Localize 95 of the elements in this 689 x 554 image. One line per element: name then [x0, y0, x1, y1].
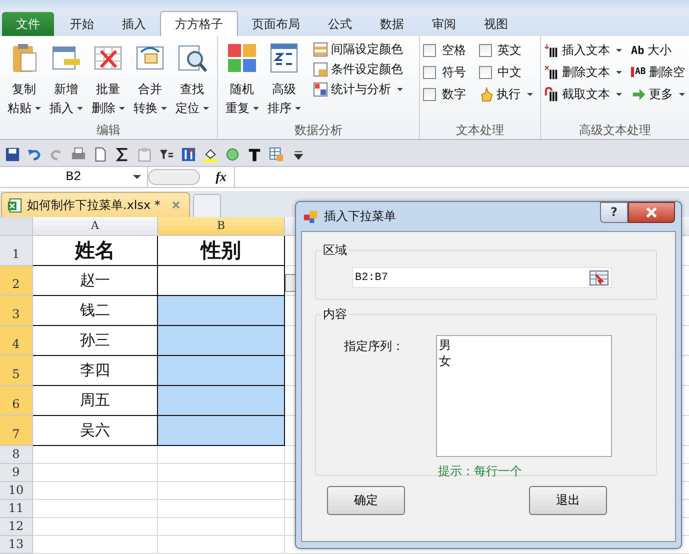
- group-label: 高级文本处理: [578, 122, 652, 139]
- ribbon-tab[interactable]: 开始: [56, 12, 108, 36]
- ribbon-button[interactable]: 删除文本: [544, 62, 623, 82]
- dialog-button[interactable]: 退出: [529, 486, 607, 515]
- ribbon-button[interactable]: 间隔设定颜色: [313, 39, 403, 59]
- sequence-field[interactable]: 男 女: [436, 335, 612, 457]
- ribbon-button[interactable]: 新增 插入: [45, 39, 87, 118]
- row-header[interactable]: 11: [0, 500, 33, 518]
- ribbon-button[interactable]: 更多: [631, 84, 686, 104]
- ribbon-tab[interactable]: 视图: [470, 12, 522, 36]
- print-icon[interactable]: [71, 146, 86, 162]
- cuttext-icon: [544, 86, 559, 102]
- row-header[interactable]: 7: [0, 416, 33, 446]
- close-icon: [645, 207, 658, 218]
- row-header[interactable]: 1: [0, 236, 33, 266]
- spreadsheet-icon: [7, 198, 22, 212]
- group-label: 内容: [322, 306, 348, 323]
- row-header[interactable]: 6: [0, 386, 33, 416]
- sum-icon[interactable]: [115, 146, 130, 162]
- row-header[interactable]: 2: [0, 266, 33, 296]
- ribbon-button[interactable]: 随机 重复: [221, 39, 263, 118]
- checkbox[interactable]: 数字: [423, 84, 470, 104]
- inserttext-icon: [544, 42, 559, 58]
- column-header[interactable]: B: [158, 217, 285, 236]
- table-cell: 赵一: [33, 266, 158, 296]
- fill-icon[interactable]: [203, 146, 218, 162]
- checkbox[interactable]: 空格: [423, 40, 470, 60]
- caret-icon: [202, 107, 208, 110]
- row-header[interactable]: 8: [0, 446, 33, 464]
- group-label: 数据分析: [294, 122, 344, 139]
- text-icon[interactable]: [247, 146, 262, 162]
- group-label: 编辑: [96, 122, 122, 139]
- ribbon-button[interactable]: 执行: [478, 84, 537, 104]
- ribbon-button[interactable]: 批量 删除: [87, 39, 129, 118]
- save-icon[interactable]: [5, 146, 20, 162]
- ribbon-button[interactable]: 条件设定颜色: [313, 59, 403, 79]
- ribbon-button[interactable]: 合并 转换: [129, 39, 171, 118]
- function-button[interactable]: fx: [208, 167, 235, 187]
- ribbon-button[interactable]: Ab 大小: [631, 40, 686, 60]
- close-button[interactable]: [628, 202, 675, 223]
- caret-icon: [76, 107, 82, 110]
- field-label: 指定序列：: [344, 338, 405, 355]
- ribbon-button[interactable]: 统计与分析: [313, 79, 403, 99]
- table-cell: 性别: [158, 236, 285, 266]
- caret-icon: [34, 107, 40, 110]
- caret-icon: [294, 107, 300, 110]
- hint-text: 提示：每行一个: [437, 463, 523, 480]
- row-header[interactable]: 3: [0, 296, 33, 326]
- row-header[interactable]: 13: [0, 536, 33, 554]
- ribbon-tab[interactable]: 文件: [2, 12, 54, 36]
- more-icon: [631, 86, 646, 102]
- ribbon-tab[interactable]: 审阅: [418, 12, 470, 36]
- deletetext-icon: [544, 64, 559, 80]
- row-header[interactable]: 9: [0, 464, 33, 482]
- table-icon[interactable]: [269, 146, 284, 162]
- caret-icon: [118, 107, 124, 110]
- ribbon-tab[interactable]: 公式: [314, 12, 366, 36]
- ribbon-button[interactable]: 截取文本: [544, 84, 623, 104]
- help-button[interactable]: ?: [600, 202, 628, 223]
- slider-handle[interactable]: [148, 169, 200, 185]
- sort-icon: [268, 42, 300, 74]
- ribbon-tab[interactable]: 数据: [366, 12, 418, 36]
- checkbox[interactable]: 中文: [478, 62, 537, 82]
- swap-icon[interactable]: [181, 146, 196, 162]
- name-box[interactable]: B2: [0, 167, 148, 187]
- case-icon: Ab: [631, 44, 644, 56]
- row-header[interactable]: 12: [0, 518, 33, 536]
- ribbon-tab[interactable]: 插入: [108, 12, 160, 36]
- ribbon-tab[interactable]: 页面布局: [238, 12, 314, 36]
- ribbon-button[interactable]: 复制 粘贴: [3, 39, 45, 118]
- checkbox[interactable]: 符号: [423, 62, 470, 82]
- row-header[interactable]: 10: [0, 482, 33, 500]
- dialog-title: 插入下拉菜单: [324, 208, 396, 225]
- ribbon-tab[interactable]: 方方格子: [160, 11, 238, 36]
- range-field[interactable]: B2:B7: [352, 267, 612, 288]
- app-icon: [303, 209, 318, 224]
- checkbox[interactable]: 英文: [478, 40, 537, 60]
- ribbon-button[interactable]: 高级 排序: [263, 39, 305, 118]
- column-header[interactable]: A: [33, 217, 158, 236]
- caret-icon: [160, 107, 166, 110]
- caret-icon: [252, 107, 258, 110]
- row-header[interactable]: 5: [0, 356, 33, 386]
- page-icon[interactable]: [93, 146, 108, 162]
- row-header[interactable]: 4: [0, 326, 33, 356]
- caret-icon: [133, 175, 141, 179]
- table-cell: 姓名: [33, 236, 158, 266]
- range-picker-icon[interactable]: [589, 270, 609, 286]
- ribbon-button[interactable]: 查找 定位: [171, 39, 213, 118]
- close-icon[interactable]: [171, 200, 182, 210]
- group-label: 文本处理: [455, 122, 505, 139]
- workbook-tab[interactable]: 如何制作下拉菜单.xlsx *: [1, 192, 190, 217]
- dialog-button[interactable]: 确定: [327, 486, 405, 515]
- ribbon-button[interactable]: 插入文本: [544, 40, 623, 60]
- group-label: 区域: [322, 242, 348, 259]
- ribbon-button[interactable]: AB 删除空: [631, 62, 686, 82]
